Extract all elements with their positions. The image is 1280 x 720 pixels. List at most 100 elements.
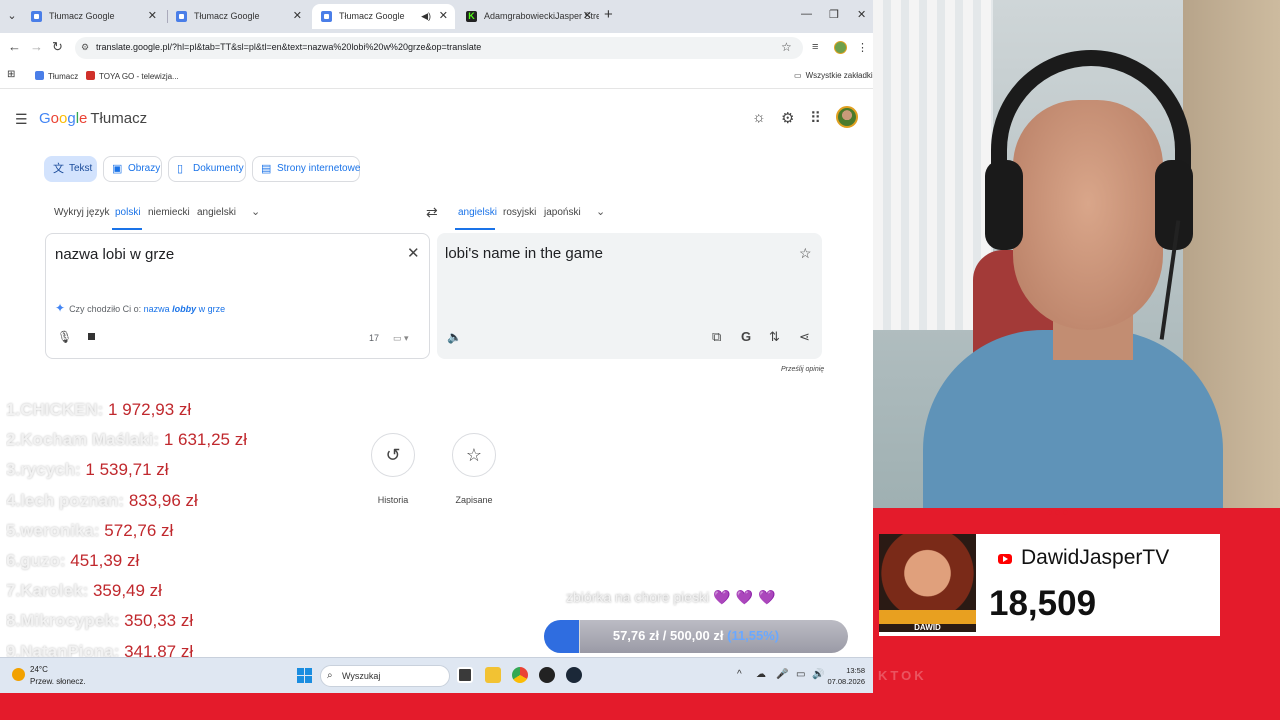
url-text[interactable]: translate.google.pl/?hl=pl&tab=TT&sl=pl&… [96, 42, 481, 52]
site-info-icon[interactable]: ⚙ [81, 42, 89, 53]
steam-icon[interactable] [566, 667, 582, 683]
google-translate-logo[interactable]: Google Tłumacz [39, 110, 147, 127]
profile-avatar[interactable] [834, 41, 847, 54]
tab-3-active[interactable]: Tłumacz Google ◀) ✕ [312, 4, 455, 29]
leaderboard-row: 8.Mikrocypek: 350,33 zł [6, 609, 366, 639]
tab-1[interactable]: Tłumacz Google ✕ [22, 4, 164, 29]
spelling-suggestion[interactable]: ✦ Czy chodziło Ci o: nazwa lobby w grze [55, 301, 225, 315]
source-text[interactable]: nazwa lobi w grze [55, 246, 174, 263]
tray-overflow-icon[interactable]: ^ [737, 669, 742, 680]
keyboard-icon[interactable]: ▭ ▾ [393, 333, 409, 344]
saved-button[interactable]: ☆ [452, 433, 496, 477]
volume-icon[interactable]: 🔊 [812, 669, 824, 680]
cloud-icon[interactable]: ☁ [756, 669, 766, 680]
thumbnail-text: DAWID [914, 623, 941, 632]
reload-button[interactable]: ↻ [52, 39, 63, 55]
rate-translation-icon[interactable]: ⇅ [769, 329, 780, 345]
target-lang-russian[interactable]: rosyjski [503, 207, 536, 218]
media-control-icon[interactable]: ≡ [812, 41, 818, 53]
clear-text-icon[interactable]: ✕ [407, 244, 420, 262]
send-feedback-link[interactable]: Prześlij opinię [781, 366, 824, 373]
source-lang-german[interactable]: niemiecki [148, 207, 190, 218]
minimize-button[interactable]: — [801, 8, 812, 20]
close-icon[interactable]: ✕ [583, 4, 592, 29]
browser-toolbar: ← → ↻ ⚙ translate.google.pl/?hl=pl&tab=T… [0, 33, 873, 63]
bookmark-tlumacz[interactable]: Tłumacz [35, 71, 78, 81]
windows-start-icon[interactable] [297, 668, 312, 683]
close-icon[interactable]: ✕ [148, 4, 157, 29]
close-icon[interactable]: ✕ [439, 4, 448, 29]
share-icon[interactable]: ⋖ [799, 329, 810, 345]
chrome-icon[interactable] [512, 667, 528, 683]
target-lang-japanese[interactable]: japoński [544, 207, 581, 218]
google-apps-icon[interactable]: ⠿ [810, 109, 821, 127]
leader-rank: 8. [6, 611, 21, 631]
all-bookmarks[interactable]: ▭ Wszystkie zakładki [794, 71, 873, 80]
tab-4[interactable]: K AdamgrabowieckiJasper Strea ✕ [457, 4, 599, 29]
stop-icon[interactable] [88, 333, 95, 340]
microphone-tray-icon[interactable]: 🎤 [776, 669, 788, 680]
leader-name: Karolek [20, 581, 83, 601]
swap-languages-icon[interactable]: ⇄ [426, 204, 438, 221]
network-icon[interactable]: ▭ [796, 669, 805, 680]
close-icon[interactable]: ✕ [293, 4, 302, 29]
apps-grid-icon[interactable]: ⊞ [7, 69, 15, 80]
speaker-icon[interactable]: ◀) [421, 4, 431, 29]
history-icon: ↺ [385, 445, 401, 465]
menu-icon[interactable]: ⋮ [857, 41, 868, 54]
leader-name: CHICKEN [20, 400, 98, 419]
youtube-subscriber-widget: DAWID DawidJasperTV 18,509 [879, 534, 1220, 636]
forward-button[interactable]: → [30, 39, 43, 54]
obs-icon[interactable] [539, 667, 555, 683]
mode-text-chip[interactable]: 文 Tekst [44, 156, 97, 182]
save-translation-star-icon[interactable]: ☆ [799, 245, 812, 262]
theme-sun-icon[interactable]: ☼ [752, 109, 766, 126]
leader-sep: : [97, 400, 109, 419]
mode-images-chip[interactable]: ▣ Obrazy [103, 156, 162, 182]
copy-icon[interactable]: ⧉ [712, 329, 721, 345]
weather-description[interactable]: Przew. słonecz. [30, 677, 86, 686]
target-lang-english[interactable]: angielski [458, 207, 497, 218]
leaderboard-row: 3.rycych: 1 539,71 zł [6, 458, 366, 488]
tab-search-icon[interactable]: ⌄ [4, 7, 20, 25]
source-lang-more-icon[interactable]: ⌄ [251, 205, 260, 218]
target-lang-more-icon[interactable]: ⌄ [596, 205, 605, 218]
weather-temperature[interactable]: 24°C [30, 665, 48, 674]
settings-gear-icon[interactable]: ⚙ [781, 109, 794, 127]
bookmarks-bar: ⊞ Tłumacz TOYA GO - telewizja... ▭ Wszyst… [0, 63, 873, 89]
youtube-subscriber-count: 18,509 [989, 584, 1097, 623]
source-text-panel[interactable]: nazwa lobi w grze ✕ ✦ Czy chodziło Ci o: … [45, 233, 430, 359]
leader-rank: 5. [6, 520, 21, 540]
listen-speaker-icon[interactable]: 🔈 [447, 330, 462, 344]
task-view-icon[interactable] [457, 667, 473, 683]
bookmark-toya[interactable]: TOYA GO - telewizja... [86, 71, 179, 81]
google-search-icon[interactable]: G [741, 329, 751, 344]
account-avatar[interactable] [836, 106, 858, 128]
leaderboard-row: 1.CHICKEN: 1 972,93 zł [6, 398, 366, 428]
mode-websites-chip[interactable]: ▤ Strony internetowe [252, 156, 360, 182]
source-lang-detect[interactable]: Wykryj język [54, 207, 109, 218]
back-button[interactable]: ← [8, 39, 21, 54]
taskbar-search[interactable]: ⌕ Wyszukaj [320, 665, 450, 687]
tab-2[interactable]: Tłumacz Google ✕ [167, 4, 309, 29]
suggestion-correction[interactable]: lobby [172, 304, 196, 314]
thumbnail-banner [879, 610, 976, 624]
mode-documents-chip[interactable]: ▯ Dokumenty [168, 156, 246, 182]
chip-label: Strony internetowe [277, 163, 361, 174]
tab-strip: ⌄ Tłumacz Google ✕ Tłumacz Google ✕ Tłum… [0, 0, 873, 33]
new-tab-button[interactable]: + [604, 6, 613, 23]
address-bar[interactable]: ⚙ translate.google.pl/?hl=pl&tab=TT&sl=p… [75, 37, 803, 59]
source-lang-english[interactable]: angielski [197, 207, 236, 218]
sun-icon[interactable] [12, 668, 25, 681]
source-lang-polish[interactable]: polski [115, 207, 141, 218]
restore-button[interactable]: ❐ [829, 8, 839, 21]
system-clock[interactable]: 13:58 07.08.2026 [827, 665, 865, 687]
file-explorer-icon[interactable] [485, 667, 501, 683]
history-button[interactable]: ↺ [371, 433, 415, 477]
suggestion-word[interactable]: nazwa [144, 304, 170, 314]
suggestion-word[interactable]: w grze [199, 304, 226, 314]
bookmark-star-icon[interactable]: ☆ [781, 40, 792, 54]
close-window-button[interactable]: ✕ [857, 8, 866, 21]
main-menu-icon[interactable]: ☰ [15, 111, 28, 128]
microphone-icon[interactable]: 🎙 [57, 330, 72, 344]
